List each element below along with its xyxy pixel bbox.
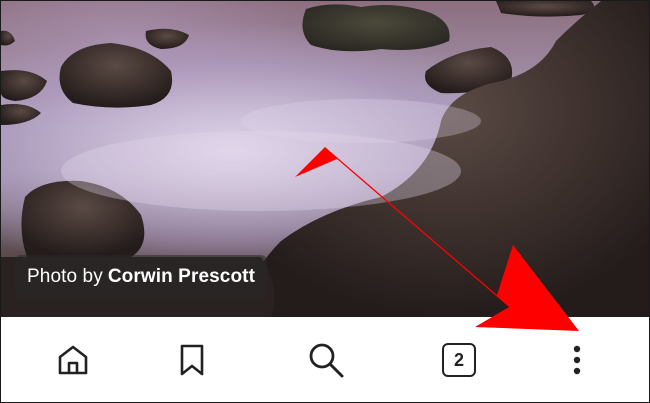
photo-credit[interactable]: Photo by Corwin Prescott xyxy=(15,255,268,299)
search-icon xyxy=(309,343,344,378)
bottom-navigation-bar: 2 xyxy=(1,317,649,402)
home-icon xyxy=(58,345,88,375)
bookmarks-button[interactable] xyxy=(169,337,215,383)
bookmark-icon xyxy=(180,344,204,376)
background-photo: Photo by Corwin Prescott xyxy=(1,1,649,317)
tabs-count-icon: 2 xyxy=(442,343,476,377)
more-options-button[interactable] xyxy=(554,337,600,383)
photo-credit-prefix: Photo by xyxy=(27,266,103,287)
more-vertical-icon xyxy=(573,345,581,375)
app-screen: Photo by Corwin Prescott 2 xyxy=(0,0,650,403)
search-button[interactable] xyxy=(303,337,349,383)
photo-credit-author[interactable]: Corwin Prescott xyxy=(108,266,255,288)
tabs-button[interactable]: 2 xyxy=(436,337,482,383)
home-button[interactable] xyxy=(50,337,96,383)
